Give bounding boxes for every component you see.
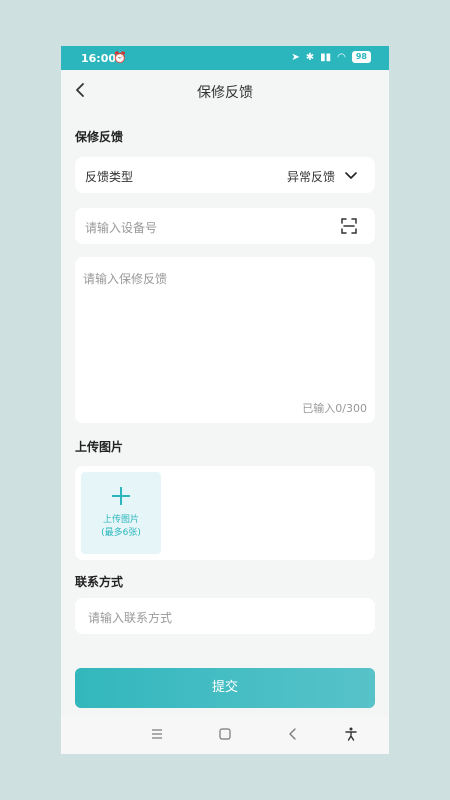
signal-icon: ▮▮	[320, 51, 332, 63]
section-title-upload: 上传图片	[75, 440, 124, 454]
system-nav-bar	[61, 716, 389, 754]
device-number-input[interactable]: 请输入设备号	[85, 219, 157, 236]
feedback-type-value: 异常反馈	[287, 170, 336, 184]
accessibility-icon[interactable]	[343, 726, 359, 742]
status-bar: 16:00 ⏰ ➤ ✱ ▮▮ ◠ 98	[61, 46, 389, 70]
home-icon[interactable]	[217, 726, 233, 742]
feedback-type-label: 反馈类型	[85, 170, 134, 184]
top-bar: 保修反馈	[61, 70, 389, 112]
phone-screen: 16:00 ⏰ ➤ ✱ ▮▮ ◠ 98 保修反馈 保修反馈 反馈类型 异常反馈 …	[61, 46, 389, 754]
submit-button[interactable]: 提交	[75, 668, 375, 708]
back-icon[interactable]	[285, 726, 301, 742]
bluetooth-icon: ✱	[305, 51, 315, 63]
status-time: 16:00	[81, 52, 117, 65]
section-title-contact: 联系方式	[75, 575, 124, 589]
wifi-icon: ◠	[337, 51, 346, 63]
contact-input[interactable]: 请输入联系方式	[88, 609, 172, 626]
scan-icon[interactable]	[340, 217, 358, 235]
upload-card: 上传图片 (最多6张)	[75, 466, 375, 560]
page-title: 保修反馈	[197, 85, 253, 101]
char-counter: 已输入0/300	[302, 402, 367, 415]
battery-icon: 98	[351, 51, 371, 63]
upload-image-button[interactable]: 上传图片 (最多6张)	[81, 472, 161, 554]
feedback-input[interactable]: 请输入保修反馈	[83, 270, 167, 287]
location-icon: ➤	[291, 51, 300, 63]
upload-label: 上传图片	[102, 515, 139, 525]
contact-field[interactable]: 请输入联系方式	[75, 598, 375, 634]
device-number-field[interactable]: 请输入设备号	[75, 208, 375, 244]
section-title-feedback: 保修反馈	[75, 130, 124, 144]
alarm-icon: ⏰	[113, 51, 127, 64]
plus-icon	[112, 487, 130, 505]
upload-hint: (最多6张)	[101, 528, 141, 538]
menu-icon[interactable]	[149, 726, 165, 742]
feedback-type-select[interactable]: 反馈类型 异常反馈	[75, 157, 375, 193]
feedback-textarea[interactable]: 请输入保修反馈 已输入0/300	[75, 257, 375, 423]
chevron-down-icon	[345, 172, 357, 179]
status-icons: ➤ ✱ ▮▮ ◠ 98	[291, 51, 371, 63]
upload-caption: 上传图片 (最多6张)	[81, 514, 161, 540]
